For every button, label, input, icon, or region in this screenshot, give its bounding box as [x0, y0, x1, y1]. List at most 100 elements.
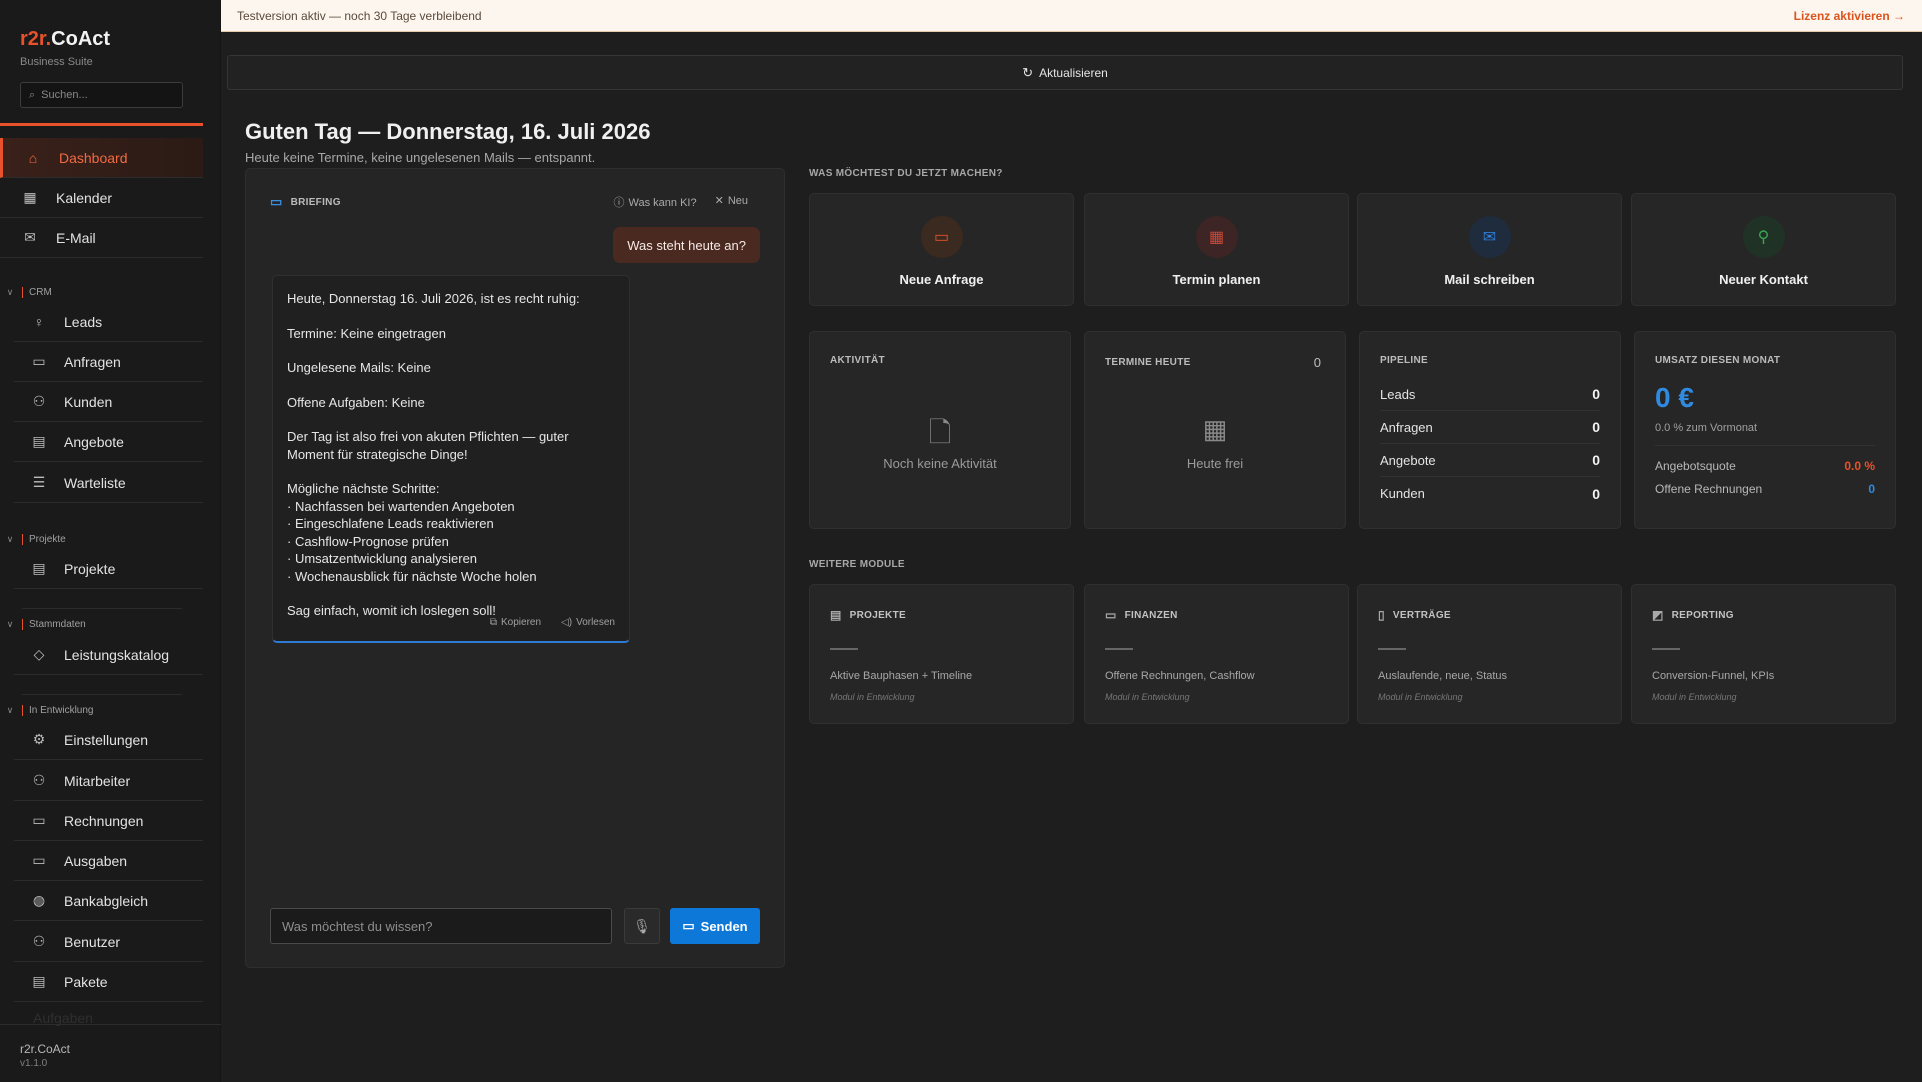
new-chat-label: Neu: [727, 195, 748, 207]
mail-icon: ✉: [24, 229, 36, 245]
lightbulb-icon: ♀: [33, 313, 45, 330]
sidebar-item-label: Kunden: [64, 393, 113, 410]
gear-icon: ⚙: [32, 731, 46, 747]
quick-action-neuer-kontakt[interactable]: ⚲ Neuer Kontakt: [1631, 193, 1896, 306]
pipeline-value: 0: [1592, 419, 1600, 435]
sidebar-item-label: Anfragen: [64, 353, 121, 370]
ai-line: Termine: Keine eingetragen: [287, 325, 446, 341]
package-icon: ▤: [32, 973, 46, 989]
new-chat-button[interactable]: ✕ Neu: [715, 194, 748, 210]
sidebar-item-leistungskatalog[interactable]: ◇ Leistungskatalog: [14, 635, 203, 675]
sidebar-footer: r2r.CoAct v1.1.0: [0, 1024, 221, 1082]
sidebar-item-email[interactable]: ✉ E-Mail: [0, 218, 203, 258]
sidebar: r2r.CoAct Business Suite ⌕ Suchen... ⌂ Das…: [0, 0, 221, 1082]
sidebar-item-benutzer[interactable]: ⚇ Benutzer: [14, 922, 203, 962]
sidebar-item-pakete[interactable]: ▤ Pakete: [14, 962, 203, 1002]
module-finanzen[interactable]: ▭ FINANZEN Offene Rechnungen, Cashflow Mo…: [1084, 584, 1349, 724]
chat-icon: ▭: [32, 353, 46, 369]
copy-button[interactable]: ⧉ Kopieren: [490, 614, 541, 632]
section-label: CRM: [29, 286, 52, 298]
search-placeholder: Suchen...: [41, 89, 88, 101]
module-vertraege[interactable]: ▯ VERTRÄGE Auslaufende, neue, Status Modu…: [1357, 584, 1622, 724]
section-projekte[interactable]: ∨ Projekte: [0, 529, 203, 549]
send-label: Senden: [700, 918, 748, 934]
module-description: Conversion-Funnel, KPIs: [1652, 670, 1775, 682]
section-marker: [22, 704, 23, 716]
search-input[interactable]: ⌕ Suchen...: [20, 82, 183, 108]
sidebar-item-warteliste[interactable]: ☰ Warteliste: [14, 463, 203, 503]
close-icon: ✕: [714, 195, 724, 207]
refresh-button[interactable]: ↻ Aktualisieren: [227, 55, 1903, 90]
sidebar-item-kalender[interactable]: ▦ Kalender: [0, 178, 203, 218]
section-in-entwicklung[interactable]: ∨ In Entwicklung: [0, 700, 203, 720]
umsatz-card: UMSATZ DIESEN MONAT 0 € 0.0 % zum Vormon…: [1634, 331, 1896, 529]
pipeline-row-angebote[interactable]: Angebote 0: [1380, 444, 1600, 477]
sidebar-item-label: Leads: [64, 313, 103, 330]
sidebar-item-ausgaben[interactable]: ▭ Ausgaben: [14, 841, 203, 881]
copy-icon: ⧉: [489, 616, 498, 628]
sidebar-item-mitarbeiter[interactable]: ⚇ Mitarbeiter: [14, 761, 203, 801]
sidebar-item-label: Ausgaben: [64, 852, 128, 869]
read-aloud-button[interactable]: ◁) Vorlesen: [561, 614, 615, 632]
angebotsquote-value: 0.0 %: [1844, 459, 1875, 473]
pipeline-row-anfragen[interactable]: Anfragen 0: [1380, 411, 1600, 444]
page-title: Guten Tag — Donnerstag, 16. Juli 2026: [245, 119, 651, 144]
pipeline-row-leads[interactable]: Leads 0: [1380, 378, 1600, 411]
sidebar-item-angebote[interactable]: ▤ Angebote: [14, 422, 203, 462]
sidebar-item-kunden[interactable]: ⚇ Kunden: [14, 382, 203, 422]
sidebar-item-anfragen[interactable]: ▭ Anfragen: [14, 342, 203, 382]
section-crm[interactable]: ∨ CRM: [0, 282, 203, 302]
tag-icon: ◇: [33, 646, 45, 662]
termine-empty-text: Heute frei: [1186, 456, 1244, 471]
ai-line: Der Tag ist also frei von akuten Pflicht…: [287, 429, 569, 462]
microphone-button[interactable]: 🎙: [624, 908, 660, 944]
section-marker: [22, 533, 23, 545]
pipeline-value: 0: [1592, 386, 1600, 402]
brand-logo[interactable]: r2r.CoAct: [20, 28, 110, 51]
divider: [22, 608, 182, 609]
sidebar-item-dashboard[interactable]: ⌂ Dashboard: [0, 138, 203, 178]
chevron-down-icon: ∨: [6, 704, 14, 715]
sidebar-item-projekte[interactable]: ▤ Projekte: [14, 549, 203, 589]
quick-action-neue-anfrage[interactable]: ▭ Neue Anfrage: [809, 193, 1074, 306]
activity-card: AKTIVITÄT 🗋 Noch keine Aktivität: [809, 331, 1071, 529]
home-icon: ⌂: [28, 149, 38, 166]
termine-heute-card: TERMINE HEUTE 0 ▦ Heute frei: [1084, 331, 1346, 529]
sidebar-item-rechnungen[interactable]: ▭ Rechnungen: [14, 801, 203, 841]
quick-action-termin-planen[interactable]: ▦ Termin planen: [1084, 193, 1349, 306]
angebotsquote-label: Angebotsquote: [1655, 459, 1736, 473]
sidebar-item-label: Warteliste: [64, 474, 126, 491]
sidebar-item-einstellungen[interactable]: ⚙ Einstellungen: [14, 720, 203, 760]
sidebar-item-label: Pakete: [64, 973, 108, 990]
pipeline-row-kunden[interactable]: Kunden 0: [1380, 477, 1600, 510]
sidebar-item-label: Rechnungen: [64, 812, 144, 829]
sidebar-item-leads[interactable]: ♀ Leads: [14, 302, 203, 342]
module-title-label: PROJEKTE: [849, 609, 906, 621]
sidebar-item-label: Leistungskatalog: [64, 646, 170, 663]
activity-title: AKTIVITÄT: [830, 355, 885, 366]
quick-action-label: Neuer Kontakt: [1719, 272, 1808, 287]
copy-label: Kopieren: [501, 616, 542, 628]
module-projekte[interactable]: ▤ PROJEKTE Aktive Bauphasen + Timeline Mo…: [809, 584, 1074, 724]
calendar-icon: ▦: [1202, 414, 1228, 444]
section-marker: [22, 286, 23, 298]
sidebar-item-label: Dashboard: [59, 149, 128, 166]
quick-action-label: Mail schreiben: [1444, 272, 1535, 287]
sidebar-item-bankabgleich[interactable]: ◍ Bankabgleich: [14, 881, 203, 921]
chat-input[interactable]: Was möchtest du wissen?: [270, 908, 612, 944]
section-stammdaten[interactable]: ∨ Stammdaten: [0, 614, 203, 634]
activate-license-link[interactable]: Lizenz aktivieren →: [1794, 9, 1905, 23]
invoice-icon: ▭: [32, 812, 46, 828]
quick-action-label: Termin planen: [1172, 272, 1261, 287]
user-message: Was steht heute an?: [613, 227, 760, 263]
ai-step: · Wochenausblick für nächste Woche holen: [287, 568, 537, 584]
chevron-down-icon: ∨: [6, 533, 14, 544]
quick-action-mail-schreiben[interactable]: ✉ Mail schreiben: [1357, 193, 1622, 306]
send-button[interactable]: ▭ Senden: [670, 908, 760, 944]
ai-steps: Mögliche nächste Schritte: · Nachfassen …: [287, 480, 615, 585]
chat-icon: ▭: [270, 194, 283, 209]
module-reporting[interactable]: ◩ REPORTING Conversion-Funnel, KPIs Modul…: [1631, 584, 1896, 724]
search-icon: ⌕: [29, 88, 36, 101]
help-button[interactable]: ⓘ Was kann KI?: [614, 194, 697, 210]
module-title: ▤ PROJEKTE: [830, 608, 906, 622]
